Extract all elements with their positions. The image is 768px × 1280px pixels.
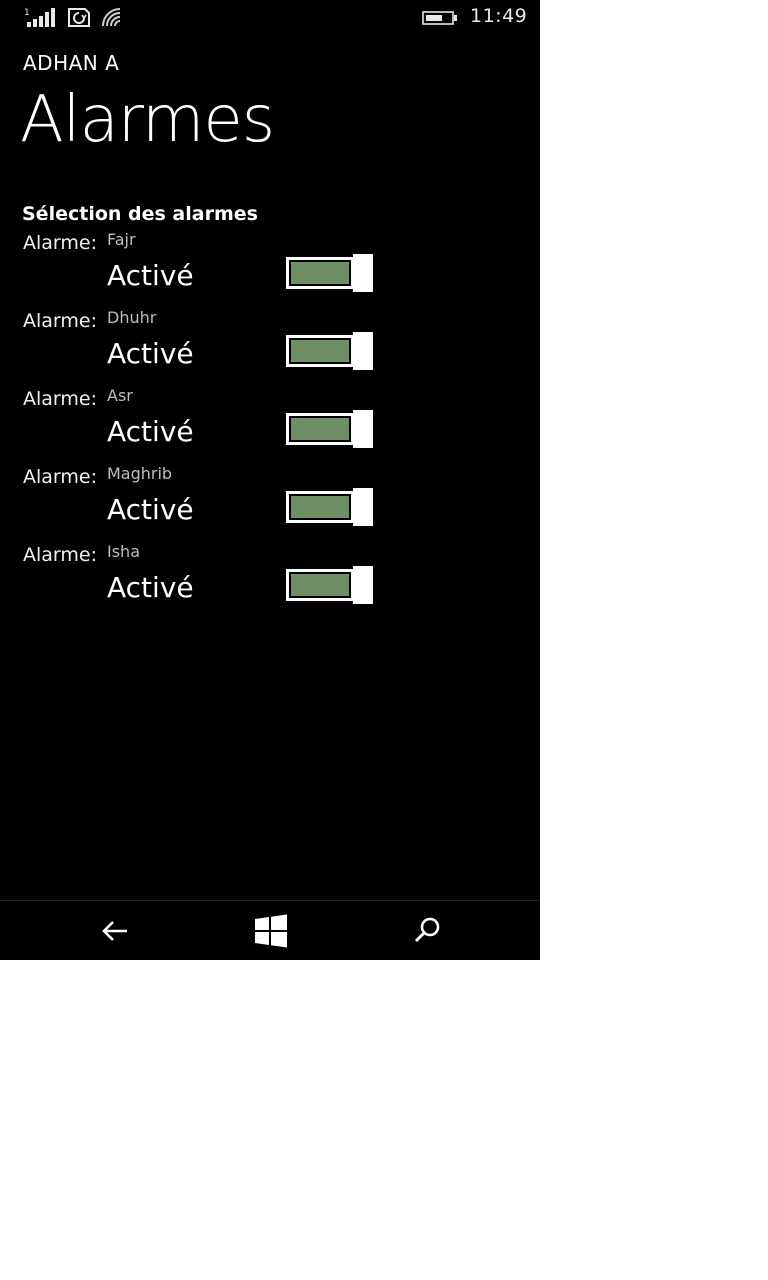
alarm-row-fajr: Alarme: Fajr Activé (0, 230, 540, 310)
alarm-state: Activé (107, 493, 194, 526)
alarm-toggle-maghrib[interactable] (286, 488, 374, 526)
toggle-fill (291, 340, 349, 362)
nav-bar (0, 900, 540, 960)
alarm-state: Activé (107, 259, 194, 292)
alarm-toggle-isha[interactable] (286, 566, 374, 604)
alarm-label: Alarme: (23, 232, 97, 254)
toggle-thumb[interactable] (353, 254, 373, 292)
windows-logo-icon[interactable] (253, 913, 289, 949)
toggle-thumb[interactable] (353, 410, 373, 448)
signal-icon: 1 (24, 8, 55, 27)
alarm-row-isha: Alarme: Isha Activé (0, 542, 540, 622)
alarm-prayer-name: Fajr (107, 230, 136, 249)
signal-badge: 1 (24, 8, 30, 18)
toggle-thumb[interactable] (353, 488, 373, 526)
toggle-thumb[interactable] (353, 332, 373, 370)
alarm-prayer-name: Isha (107, 542, 140, 561)
toggle-fill (291, 418, 349, 440)
sync-icon (68, 8, 90, 27)
toggle-fill (291, 574, 349, 596)
wifi-icon (102, 8, 121, 27)
alarm-prayer-name: Asr (107, 386, 133, 405)
alarm-prayer-name: Maghrib (107, 464, 173, 483)
back-arrow-icon[interactable] (97, 913, 133, 949)
alarm-label: Alarme: (23, 310, 97, 332)
battery-icon (422, 11, 457, 25)
alarm-label: Alarme: (23, 388, 97, 410)
alarm-toggle-dhuhr[interactable] (286, 332, 374, 370)
section-title: Sélection des alarmes (22, 203, 258, 225)
alarm-state: Activé (107, 415, 194, 448)
alarm-list: Alarme: Fajr Activé Alarme: Dhuhr Activé… (0, 230, 540, 622)
alarm-toggle-asr[interactable] (286, 410, 374, 448)
alarm-row-maghrib: Alarme: Maghrib Activé (0, 464, 540, 544)
phone-screen: 1 11:49 ADHAN A Alarmes Sélection des al… (0, 0, 540, 960)
alarm-state: Activé (107, 571, 194, 604)
alarm-state: Activé (107, 337, 194, 370)
toggle-fill (291, 262, 349, 284)
alarm-toggle-fajr[interactable] (286, 254, 374, 292)
app-name: ADHAN A (23, 51, 120, 75)
toggle-fill (291, 496, 349, 518)
status-bar: 1 11:49 (0, 0, 540, 36)
alarm-row-asr: Alarme: Asr Activé (0, 386, 540, 466)
alarm-label: Alarme: (23, 544, 97, 566)
page-title: Alarmes (20, 83, 275, 157)
alarm-label: Alarme: (23, 466, 97, 488)
search-icon[interactable] (409, 913, 445, 949)
alarm-row-dhuhr: Alarme: Dhuhr Activé (0, 308, 540, 388)
status-clock: 11:49 (470, 5, 528, 27)
alarm-prayer-name: Dhuhr (107, 308, 157, 327)
toggle-thumb[interactable] (353, 566, 373, 604)
